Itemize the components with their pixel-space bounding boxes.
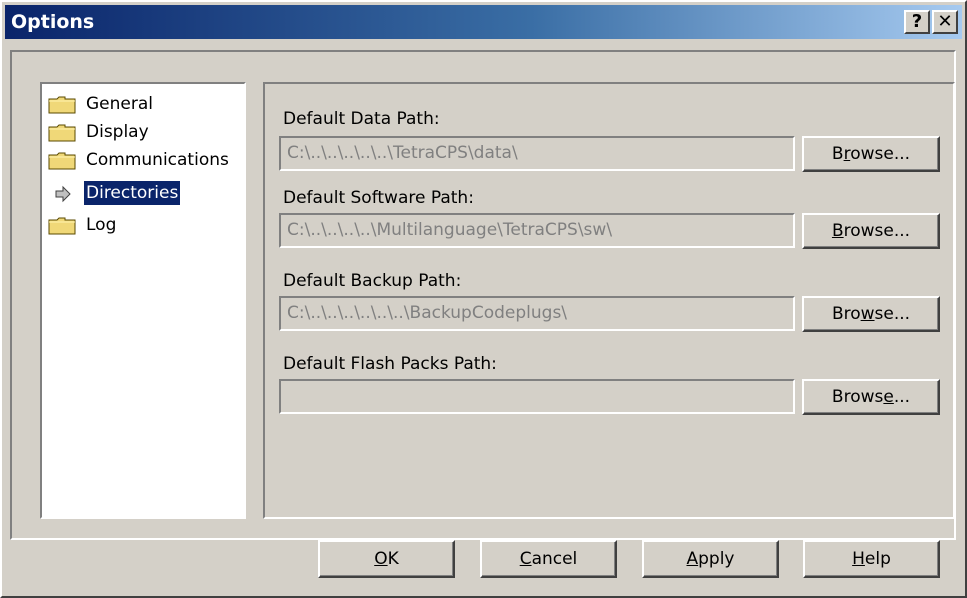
folder-icon <box>48 217 76 235</box>
browse-data-button[interactable]: Browse... <box>802 136 940 172</box>
software-path-label: Default Software Path: <box>283 188 474 208</box>
arrow-right-icon <box>55 185 71 203</box>
software-path-field[interactable]: C:\..\..\..\..\Multilanguage\TetraCPS\sw… <box>279 213 795 248</box>
tree-item-label: Directories <box>84 181 181 205</box>
flash-path-label: Default Flash Packs Path: <box>283 354 497 374</box>
ok-button[interactable]: OK <box>318 540 455 578</box>
help-title-button[interactable]: ? <box>904 10 930 34</box>
folder-icon <box>48 152 76 170</box>
data-path-field[interactable]: C:\..\..\..\..\..\TetraCPS\data\ <box>279 136 795 171</box>
close-button[interactable]: ✕ <box>932 10 958 34</box>
window-title: Options <box>11 11 95 33</box>
title-bar: Options ? ✕ <box>5 5 962 39</box>
backup-path-label: Default Backup Path: <box>283 271 462 291</box>
apply-button[interactable]: Apply <box>642 540 779 578</box>
backup-path-field[interactable]: C:\..\..\..\..\..\..\BackupCodeplugs\ <box>279 296 795 331</box>
tree-item-label: Display <box>86 122 149 142</box>
folder-icon <box>48 96 76 114</box>
browse-backup-button[interactable]: Browse... <box>802 296 940 332</box>
tree-item-label: Log <box>86 215 117 235</box>
data-path-label: Default Data Path: <box>283 109 440 129</box>
flash-path-field[interactable] <box>279 379 795 414</box>
help-button[interactable]: Help <box>803 540 940 578</box>
folder-icon <box>48 124 76 142</box>
tree-item-label: Communications <box>86 150 229 170</box>
browse-flash-button[interactable]: Browse... <box>802 379 940 415</box>
browse-software-button[interactable]: Browse... <box>802 213 940 249</box>
category-tree[interactable]: General Display Communications Directori… <box>40 82 246 519</box>
tree-item-label: General <box>86 94 153 114</box>
cancel-button[interactable]: Cancel <box>480 540 617 578</box>
